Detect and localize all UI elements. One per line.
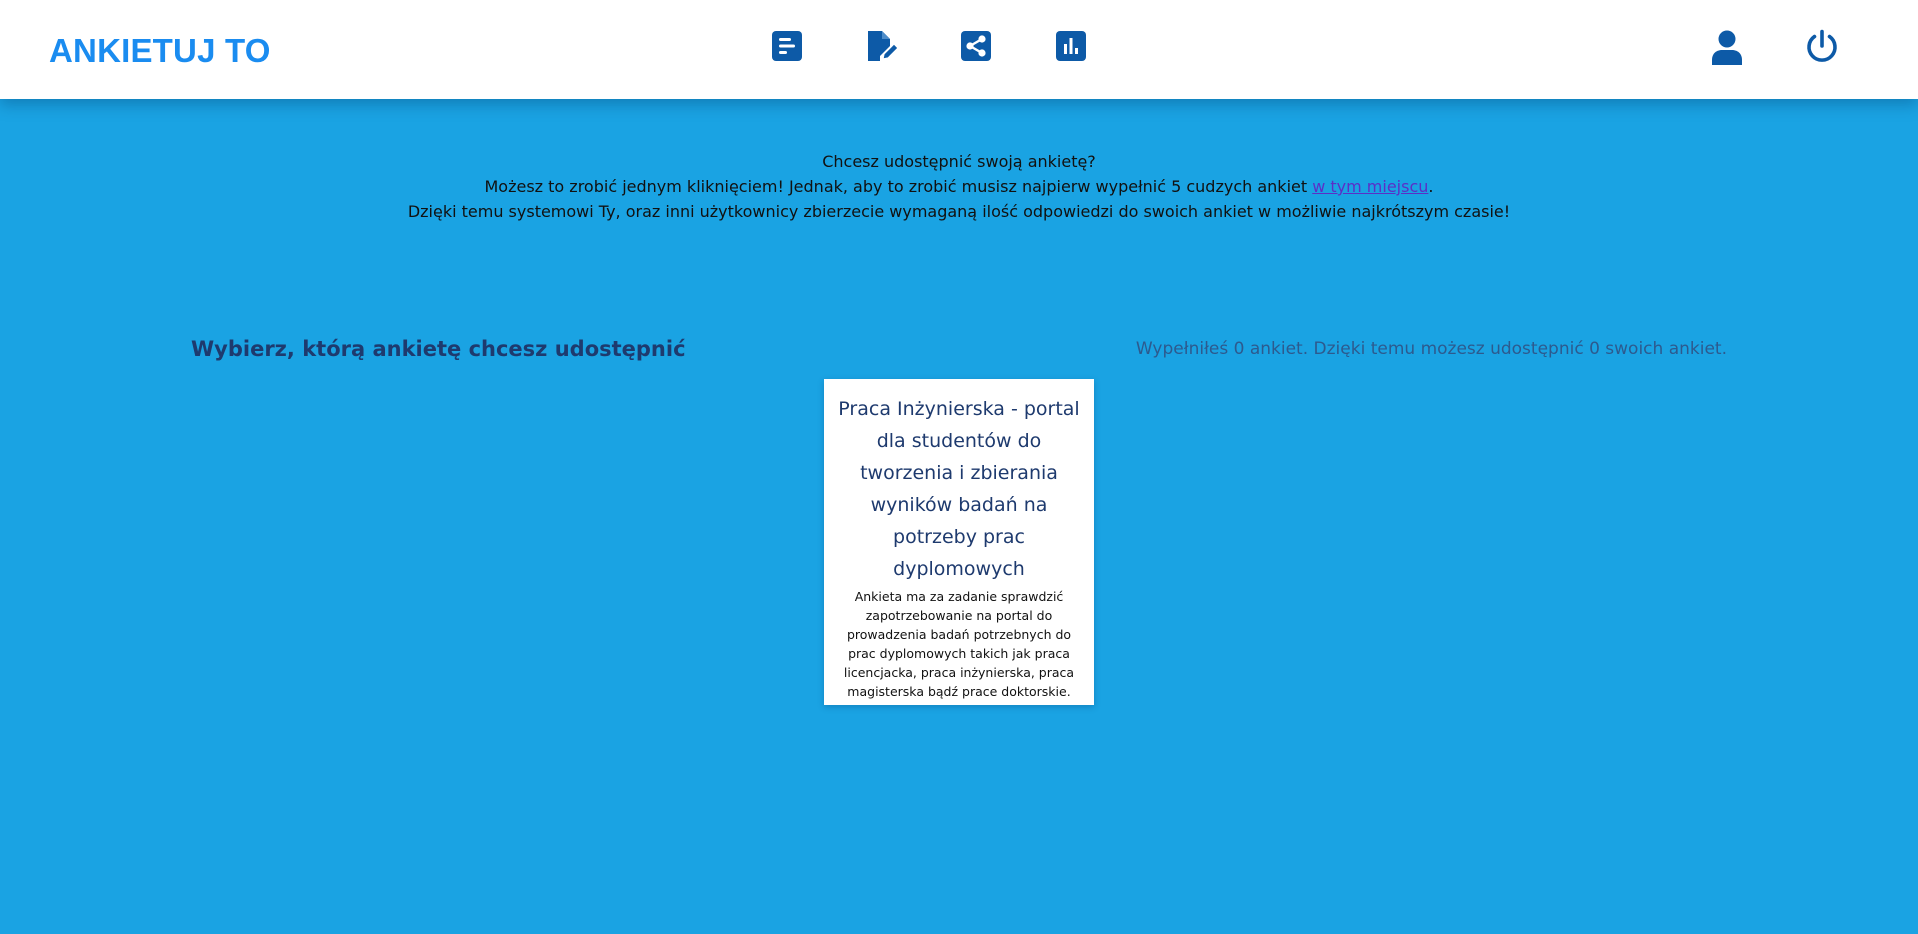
app-logo[interactable]: ANKIETUJ TO [49, 32, 271, 70]
edit-survey-icon[interactable] [863, 29, 897, 63]
user-profile-icon[interactable] [1710, 29, 1744, 65]
top-navbar: ANKIETUJ TO [0, 0, 1918, 99]
info-benefit: Dzięki temu systemowi Ty, oraz inni użyt… [407, 202, 1511, 221]
info-requirement-text: Możesz to zrobić jednym kliknięciem! Jed… [484, 177, 1313, 196]
info-requirement: Możesz to zrobić jednym kliknięciem! Jed… [0, 174, 1918, 199]
fill-surveys-link[interactable]: w tym miejscu [1312, 177, 1428, 196]
results-chart-icon[interactable] [1054, 29, 1088, 63]
main-content: Chcesz udostępnić swoją ankietę? Możesz … [0, 99, 1918, 934]
filled-surveys-status: Wypełniłeś 0 ankiet. Dzięki temu możesz … [1135, 339, 1727, 359]
section-title: Wybierz, którą ankietę chcesz udostępnić [191, 337, 686, 361]
info-question: Chcesz udostępnić swoją ankietę? [822, 152, 1096, 171]
surveys-list-icon[interactable] [770, 29, 804, 63]
survey-description: Ankieta ma za zadanie sprawdzić zapotrze… [843, 589, 1075, 699]
survey-card[interactable]: Praca Inżynierska - portal dla studentów… [824, 379, 1094, 705]
survey-title: Praca Inżynierska - portal dla studentów… [838, 398, 1080, 580]
share-info: Chcesz udostępnić swoją ankietę? Możesz … [0, 149, 1918, 224]
info-requirement-end: . [1428, 177, 1434, 196]
share-icon[interactable] [959, 29, 993, 63]
power-logout-icon[interactable] [1804, 29, 1840, 65]
